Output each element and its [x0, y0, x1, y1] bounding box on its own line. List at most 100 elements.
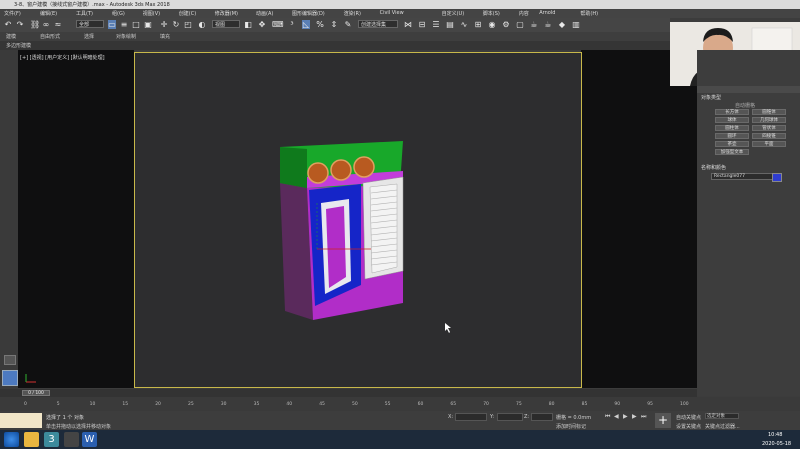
perspective-viewport[interactable] — [134, 52, 582, 388]
menu-item[interactable]: Civil View — [380, 10, 404, 16]
selection-filter-dropdown[interactable]: 全部 — [76, 20, 104, 28]
menu-item[interactable]: 渲染(R) — [344, 10, 361, 17]
y-coordinate-field[interactable] — [497, 413, 523, 421]
menu-item[interactable]: 修改器(M) — [215, 10, 238, 17]
rect-region-icon[interactable]: □ — [132, 20, 140, 29]
maxscript-listener[interactable] — [0, 413, 42, 428]
viewport-config-icon[interactable] — [2, 370, 18, 386]
goto-end-icon[interactable]: ⏭ — [641, 413, 646, 421]
named-selection-sets-dropdown[interactable]: 创建选择集 — [358, 20, 398, 28]
material-editor-icon[interactable]: ◉ — [488, 20, 496, 29]
curve-editor-icon[interactable]: ∿ — [460, 20, 468, 29]
keyboard-shortcut-icon[interactable]: ⌨ — [272, 20, 284, 29]
section-name-color-title[interactable]: 名称和颜色 — [701, 164, 726, 171]
object-type-button[interactable]: 圆锥体 — [752, 109, 786, 115]
prev-frame-icon[interactable]: ◀ — [614, 413, 619, 420]
viewport-label[interactable]: [+] [透视] [用户定义] [默认明暗处理] — [20, 54, 105, 61]
spinner-snap-icon[interactable]: ⇕ — [330, 20, 338, 29]
angle-snap-icon[interactable]: ◺ — [302, 20, 310, 29]
section-object-type-title[interactable]: 对象类型 — [701, 94, 721, 101]
key-filters-button[interactable]: 关键点过滤器... — [705, 423, 740, 430]
next-frame-icon[interactable]: ▶ — [632, 413, 637, 420]
ribbon-tab[interactable]: 填充 — [160, 33, 170, 40]
goto-start-icon[interactable]: ⏮ — [605, 413, 610, 421]
selected-object-dropdown[interactable]: 选定对象 — [705, 413, 739, 419]
window-crossing-icon[interactable]: ▣ — [144, 20, 152, 29]
schematic-view-icon[interactable]: ⊞ — [474, 20, 482, 29]
viewport-left-black[interactable] — [18, 50, 134, 388]
pivot-center-icon[interactable]: ◧ — [244, 20, 252, 29]
x-coordinate-field[interactable] — [455, 413, 487, 421]
rendered-frame-icon[interactable]: ▢ — [516, 20, 524, 29]
object-type-button[interactable]: 四棱锥 — [752, 133, 786, 139]
render-iterative-icon[interactable]: ☕ — [544, 20, 552, 29]
object-type-button[interactable]: 管状体 — [752, 125, 786, 131]
menu-item[interactable]: 自定义(U) — [442, 10, 465, 17]
layer-explorer-icon[interactable]: ☰ — [432, 20, 440, 29]
ribbon-tab[interactable]: 建模 — [6, 33, 16, 40]
object-type-button[interactable]: 球体 — [715, 117, 749, 123]
align-icon[interactable]: ⊟ — [418, 20, 426, 29]
select-manipulate-icon[interactable]: ✥ — [258, 20, 266, 29]
menu-item[interactable]: 文件(F) — [4, 10, 21, 17]
object-type-button[interactable]: 茶壶 — [715, 141, 749, 147]
ribbon-tab[interactable]: 对象绘制 — [116, 33, 136, 40]
file-explorer-icon[interactable] — [24, 432, 39, 447]
bind-space-warp-icon[interactable]: ≈ — [54, 20, 62, 29]
viewport-right-black[interactable] — [581, 50, 697, 388]
auto-key-label[interactable]: 自动关键点 — [676, 414, 701, 421]
scale-icon[interactable]: ◰ — [184, 20, 192, 29]
redo-icon[interactable]: ↷ — [16, 20, 24, 29]
ribbon-tab[interactable]: 选择 — [84, 33, 94, 40]
render-setup-icon[interactable]: ⚙ — [502, 20, 510, 29]
object-color-swatch[interactable] — [772, 173, 782, 182]
object-type-button[interactable]: 圆柱体 — [715, 125, 749, 131]
ribbon-tab[interactable]: 自由形式 — [40, 33, 60, 40]
rotate-icon[interactable]: ↻ — [172, 20, 180, 29]
menu-item[interactable]: 帮助(H) — [580, 10, 598, 17]
select-object-icon[interactable]: ▭ — [108, 20, 116, 29]
time-slider[interactable]: 0 / 100 — [0, 389, 697, 397]
viewport-layout-icon[interactable] — [4, 355, 16, 365]
object-type-button[interactable]: 平面 — [752, 141, 786, 147]
menu-item[interactable]: Arnold — [539, 10, 555, 16]
snap-toggle-icon[interactable]: ³ — [288, 20, 296, 29]
menu-item[interactable]: 创建(C) — [179, 10, 196, 17]
set-key-icon[interactable]: + — [655, 413, 671, 428]
render-production-icon[interactable]: ☕ — [530, 20, 538, 29]
placement-icon[interactable]: ◐ — [198, 20, 206, 29]
toggle-ribbon-icon[interactable]: ▤ — [446, 20, 454, 29]
menu-item[interactable]: 编辑(E) — [40, 10, 57, 17]
menu-item[interactable]: 组(G) — [112, 10, 125, 17]
z-coordinate-field[interactable] — [531, 413, 553, 421]
mirror-icon[interactable]: ⋈ — [404, 20, 412, 29]
unlink-icon[interactable]: ∞ — [42, 20, 50, 29]
menu-item[interactable]: 脚本(S) — [483, 10, 500, 17]
undo-icon[interactable]: ↶ — [4, 20, 12, 29]
object-type-button[interactable]: 长方体 — [715, 109, 749, 115]
edit-named-sets-icon[interactable]: ✎ — [344, 20, 352, 29]
play-icon[interactable]: ▶ — [623, 413, 628, 420]
link-icon[interactable]: ⛓ — [30, 20, 40, 29]
time-slider-thumb[interactable]: 0 / 100 — [22, 390, 50, 396]
object-type-button[interactable]: 加强型文本 — [715, 149, 749, 155]
move-icon[interactable]: ✛ — [160, 20, 168, 29]
menu-item[interactable]: 动画(A) — [256, 10, 273, 17]
add-time-tag[interactable]: 添加时间标记 — [556, 423, 586, 430]
media-player-icon[interactable] — [64, 432, 79, 447]
select-by-name-icon[interactable]: ≡ — [120, 20, 128, 29]
render-shortcut-icon[interactable]: ▥ — [572, 20, 580, 29]
percent-snap-icon[interactable]: % — [316, 20, 324, 29]
menu-item[interactable]: 图形编辑器(D) — [292, 10, 325, 17]
word-icon[interactable]: W — [82, 432, 97, 447]
track-bar[interactable]: 0 5 10 15 20 25 30 35 40 45 50 55 60 65 70 75 80 85 90 95 10… — [0, 397, 800, 411]
start-button-icon[interactable] — [4, 432, 19, 447]
menu-item[interactable]: 工具(T) — [76, 10, 93, 17]
object-type-button[interactable]: 圆环 — [715, 133, 749, 139]
3dsmax-taskbar-icon[interactable]: 3 — [44, 432, 59, 447]
object-name-input[interactable]: Rectangle077 — [711, 173, 773, 180]
autogrid-checkbox[interactable]: 自动栅格 — [735, 102, 755, 109]
menu-item[interactable]: 视图(V) — [143, 10, 160, 17]
set-key-label[interactable]: 设置关键点 — [676, 423, 701, 430]
menu-item[interactable]: 内容 — [519, 10, 529, 17]
